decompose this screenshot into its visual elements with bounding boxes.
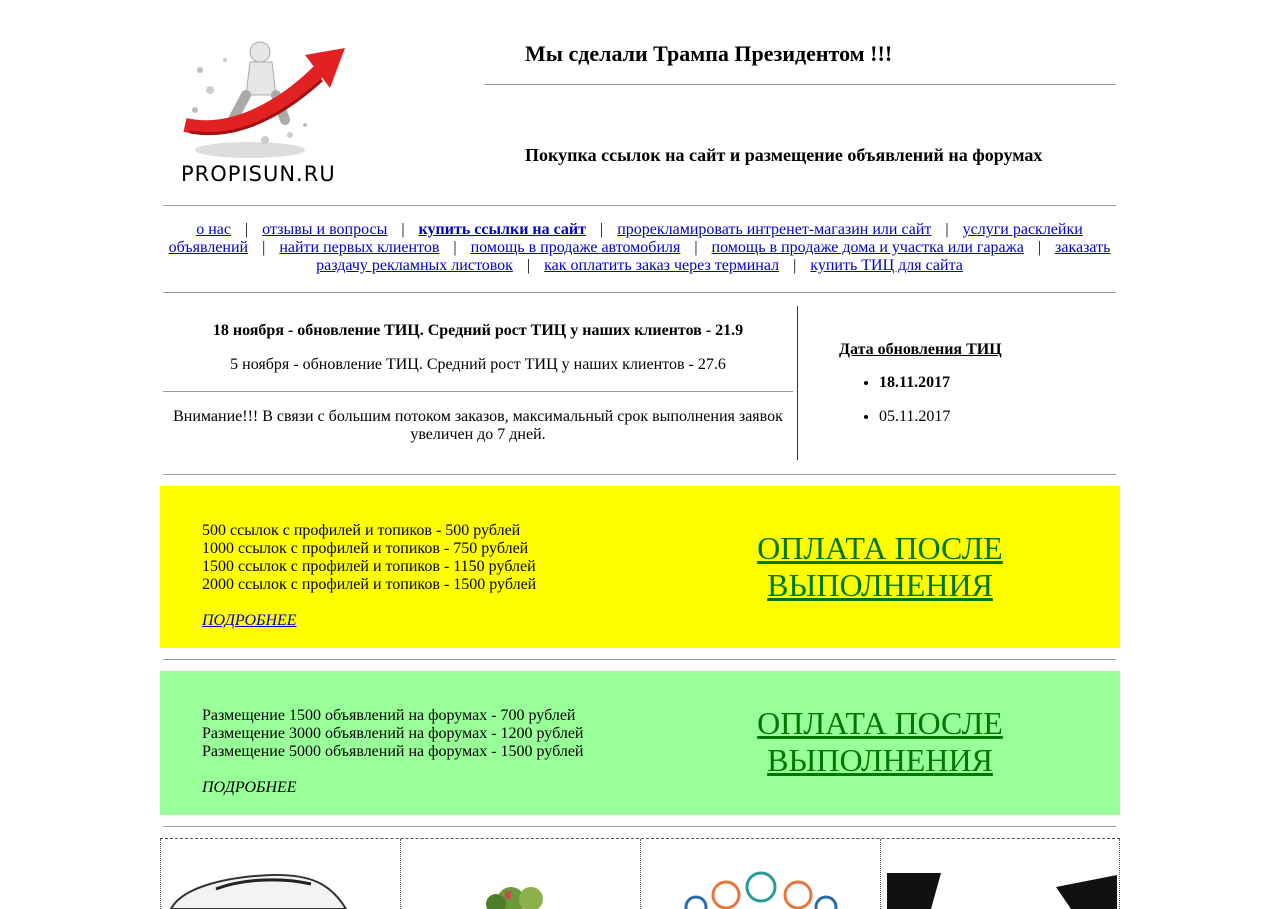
nav-link[interactable]: помощь в продаже автомобиля [471, 239, 681, 256]
dates-list: 18.11.2017 05.11.2017 [839, 366, 950, 434]
header-divider [485, 84, 1116, 85]
house-icon [486, 887, 543, 909]
nav-link[interactable]: купить ТИЦ для сайта [810, 257, 963, 274]
black-product-image[interactable] [880, 839, 1120, 909]
date-item: 18.11.2017 [879, 366, 950, 400]
price-line: Размещение 3000 объявлений на форумах - … [202, 725, 584, 742]
nav-link[interactable]: о нас [196, 221, 231, 238]
nav-link[interactable]: прорекламировать интренет-магазин или са… [617, 221, 931, 238]
pay-after-link[interactable]: ОПЛАТА ПОСЛЕ ВЫПОЛНЕНИЯ [700, 530, 1060, 604]
logo-text: PROPISUN.RU [181, 162, 336, 186]
site-logo[interactable]: PROPISUN.RU [180, 40, 350, 190]
links-more-link[interactable]: ПОДРОБНЕЕ [202, 612, 297, 630]
column-divider [797, 306, 798, 460]
nav-link[interactable]: купить ссылки на сайт [419, 221, 586, 238]
nav-separator: | [600, 221, 604, 238]
news-item: 18 ноября - обновление ТИЦ. Средний рост… [212, 322, 744, 339]
page-subheadline: Покупка ссылок на сайт и размещение объя… [525, 145, 1043, 165]
nav-link[interactable]: помощь в продаже дома и участка или гара… [712, 239, 1024, 256]
product-icon [887, 873, 1117, 909]
nav-separator: | [694, 239, 698, 256]
nav-link[interactable]: отзывы и вопросы [262, 221, 387, 238]
forums-offer-panel: Размещение 1500 объявлений на форумах - … [160, 671, 1120, 815]
price-line: Размещение 1500 объявлений на форумах - … [202, 707, 576, 724]
news-item: 5 ноября - обновление ТИЦ. Средний рост … [230, 356, 726, 373]
nav-link[interactable]: как оплатить заказ через терминал [544, 257, 779, 274]
forums-more-text[interactable]: ПОДРОБНЕЕ [202, 779, 297, 797]
nav-link[interactable]: найти первых клиентов [279, 239, 439, 256]
nav-separator: | [401, 221, 405, 238]
forums-price-list: Размещение 1500 объявлений на форумах - … [202, 707, 583, 761]
links-offer-panel: 500 ссылок с профилей и топиков - 500 ру… [160, 486, 1120, 648]
price-line: 1500 ссылок с профилей и топиков - 1150 … [202, 558, 536, 575]
marketing-icons-image[interactable] [640, 839, 880, 909]
news-divider [163, 391, 793, 392]
divider [163, 826, 1116, 827]
pay-after-link[interactable]: ОПЛАТА ПОСЛЕ ВЫПОЛНЕНИЯ [700, 705, 1060, 779]
date-item: 05.11.2017 [879, 400, 950, 434]
price-line: 1000 ссылок с профилей и топиков - 750 р… [202, 540, 529, 557]
notice-text: Внимание!!! В связи с большим потоком за… [173, 408, 783, 443]
page-headline: Мы сделали Трампа Президентом !!! [525, 41, 893, 66]
links-price-list: 500 ссылок с профилей и топиков - 500 ру… [202, 522, 536, 594]
car-icon [169, 873, 348, 909]
house-image[interactable] [400, 839, 640, 909]
dates-title: Дата обновления ТИЦ [839, 341, 1002, 358]
divider [163, 205, 1116, 206]
nav-separator: | [262, 239, 266, 256]
price-line: 500 ссылок с профилей и топиков - 500 ру… [202, 522, 521, 539]
marketing-icon [684, 871, 838, 909]
car-image[interactable] [160, 839, 400, 909]
divider [163, 292, 1116, 293]
price-line: Размещение 5000 объявлений на форумах - … [202, 743, 584, 760]
nav-separator: | [453, 239, 457, 256]
main-nav: о нас | отзывы и вопросы | купить ссылки… [163, 221, 1116, 275]
divider [163, 659, 1116, 660]
nav-separator: | [526, 257, 531, 274]
news-block: 18 ноября - обновление ТИЦ. Средний рост… [163, 306, 793, 460]
logo-figure-icon [183, 41, 345, 158]
nav-separator: | [244, 221, 249, 238]
nav-separator: | [1037, 239, 1042, 256]
price-line: 2000 ссылок с профилей и топиков - 1500 … [202, 576, 537, 593]
nav-separator: | [945, 221, 949, 238]
services-grid [160, 838, 1120, 909]
nav-separator: | [793, 257, 797, 274]
divider [163, 474, 1116, 475]
